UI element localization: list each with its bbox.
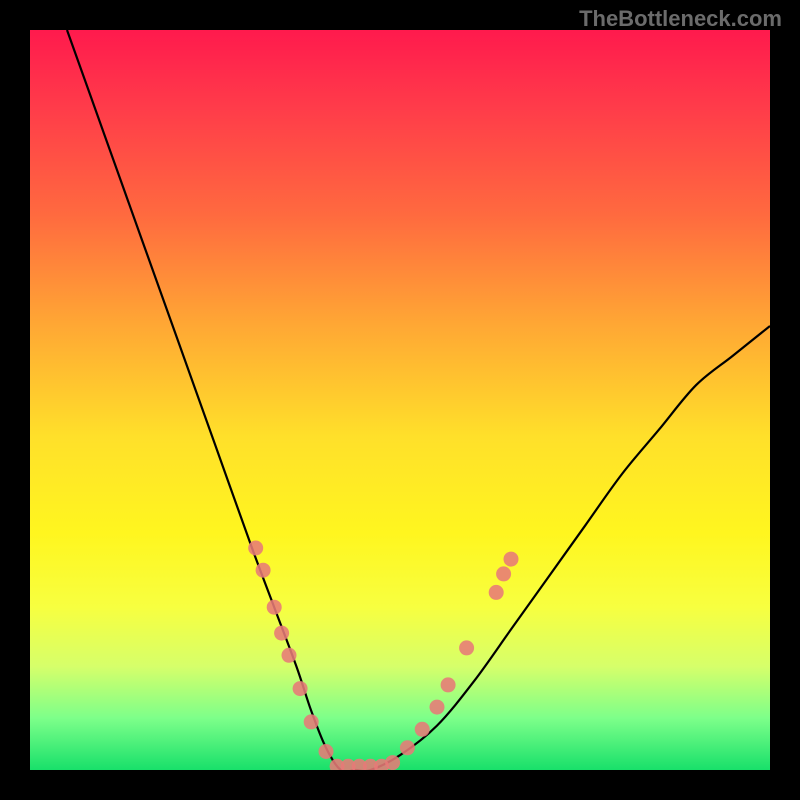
- chart-frame: TheBottleneck.com: [0, 0, 800, 800]
- curve-dot: [459, 640, 474, 655]
- curve-dot: [504, 552, 519, 567]
- curve-dot: [274, 626, 289, 641]
- curve-dot: [248, 541, 263, 556]
- bottleneck-curve: [67, 30, 770, 770]
- curve-dot: [256, 563, 271, 578]
- curve-dot: [319, 744, 334, 759]
- plot-area: [30, 30, 770, 770]
- curve-dot: [385, 755, 400, 770]
- curve-dot: [267, 600, 282, 615]
- curve-dot: [304, 714, 319, 729]
- curve-dot: [282, 648, 297, 663]
- attribution-label: TheBottleneck.com: [579, 6, 782, 32]
- curve-dot: [400, 740, 415, 755]
- curve-dots-group: [248, 541, 518, 771]
- curve-dot: [415, 722, 430, 737]
- curve-dot: [489, 585, 504, 600]
- curve-dot: [293, 681, 308, 696]
- curve-dot: [430, 700, 445, 715]
- curve-dot: [496, 566, 511, 581]
- bottleneck-curve-svg: [30, 30, 770, 770]
- curve-dot: [441, 677, 456, 692]
